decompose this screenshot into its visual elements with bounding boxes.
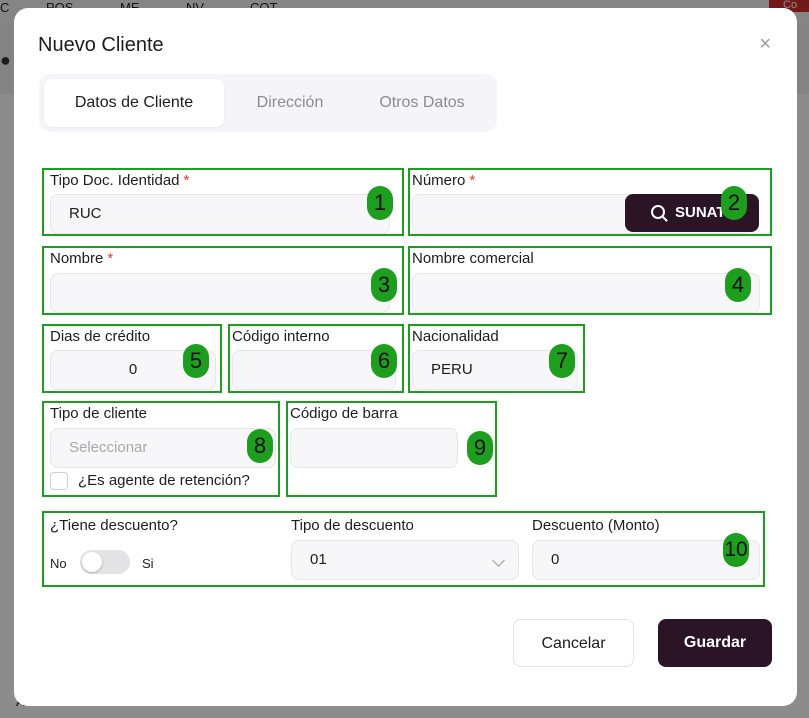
nombre-comercial-input[interactable] (412, 273, 760, 313)
tipo-cliente-label: Tipo de cliente (50, 405, 148, 422)
tab-otros-datos[interactable]: Otros Datos (353, 79, 491, 127)
descuento-monto-label: Descuento (Monto) (532, 517, 660, 534)
tab-datos-cliente[interactable]: Datos de Cliente (44, 79, 224, 127)
tipo-descuento-label: Tipo de descuento (291, 517, 414, 534)
tipo-cliente-select[interactable]: Seleccionar (50, 428, 276, 468)
nombre-label: Nombre * (50, 250, 113, 267)
annotation-badge: 4 (725, 268, 751, 302)
tipo-doc-label: Tipo Doc. Identidad * (50, 172, 189, 189)
nombre-input[interactable] (50, 273, 390, 313)
dias-credito-label: Dias de crédito (50, 328, 151, 345)
tipo-doc-select[interactable]: RUC (50, 194, 390, 234)
required-asterisk: * (107, 250, 114, 267)
modal-title: Nuevo Cliente (38, 34, 164, 56)
tiene-descuento-label: ¿Tiene descuento? (50, 517, 178, 534)
annotation-badge: 5 (183, 344, 209, 378)
codigo-barra-input[interactable] (290, 428, 458, 468)
nombre-comercial-label: Nombre comercial (412, 250, 534, 267)
field-group-codigo-barra: Código de barra 9 (286, 401, 497, 497)
sunat-button-label: SUNAT (675, 204, 726, 221)
retention-agent-checkbox[interactable] (50, 472, 68, 490)
close-icon[interactable]: × (759, 34, 771, 54)
field-group-nombre: Nombre * 3 (42, 246, 404, 315)
retention-agent-label: ¿Es agente de retención? (78, 472, 250, 489)
search-icon (651, 205, 665, 219)
annotation-badge: 3 (371, 268, 397, 302)
field-group-descuento: ¿Tiene descuento? No Si Tipo de descuent… (42, 511, 765, 587)
required-asterisk: * (469, 172, 476, 189)
field-group-codigo-interno: Código interno 6 (228, 324, 404, 393)
tipo-doc-label-text: Tipo Doc. Identidad (50, 172, 180, 189)
cancel-button[interactable]: Cancelar (513, 619, 634, 667)
codigo-barra-label: Código de barra (290, 405, 398, 422)
field-group-dias-credito: Dias de crédito 0 5 (42, 324, 222, 393)
annotation-badge: 1 (367, 186, 393, 220)
numero-label-text: Número (412, 172, 466, 189)
new-client-modal: Nuevo Cliente × Datos de Cliente Direcci… (14, 8, 797, 706)
annotation-badge: 9 (467, 431, 493, 465)
tab-bar: Datos de Cliente Dirección Otros Datos (39, 74, 497, 132)
tab-direccion[interactable]: Dirección (229, 79, 351, 127)
field-group-nombre-comercial: Nombre comercial 4 (408, 246, 772, 315)
toggle-off-label: No (50, 556, 67, 571)
toggle-on-label: Si (142, 556, 154, 571)
field-group-nacionalidad: Nacionalidad PERU 7 (408, 324, 585, 393)
field-group-numero: Número * SUNAT 2 (408, 168, 772, 236)
numero-label: Número * (412, 172, 475, 189)
required-asterisk: * (183, 172, 190, 189)
save-button[interactable]: Guardar (658, 619, 772, 667)
descuento-toggle[interactable] (80, 550, 130, 574)
annotation-badge: 2 (721, 186, 747, 220)
field-group-tipo-doc: Tipo Doc. Identidad * RUC 1 (42, 168, 404, 236)
annotation-badge: 10 (723, 533, 749, 567)
annotation-badge: 8 (247, 429, 273, 463)
tipo-descuento-select[interactable]: 01 (291, 540, 519, 580)
field-group-tipo-cliente: Tipo de cliente Seleccionar 8 ¿Es agente… (42, 401, 280, 497)
nombre-label-text: Nombre (50, 250, 104, 267)
annotation-badge: 7 (549, 344, 575, 378)
toggle-knob (82, 552, 102, 572)
codigo-interno-label: Código interno (232, 328, 330, 345)
annotation-badge: 6 (371, 344, 397, 378)
nacionalidad-label: Nacionalidad (412, 328, 499, 345)
